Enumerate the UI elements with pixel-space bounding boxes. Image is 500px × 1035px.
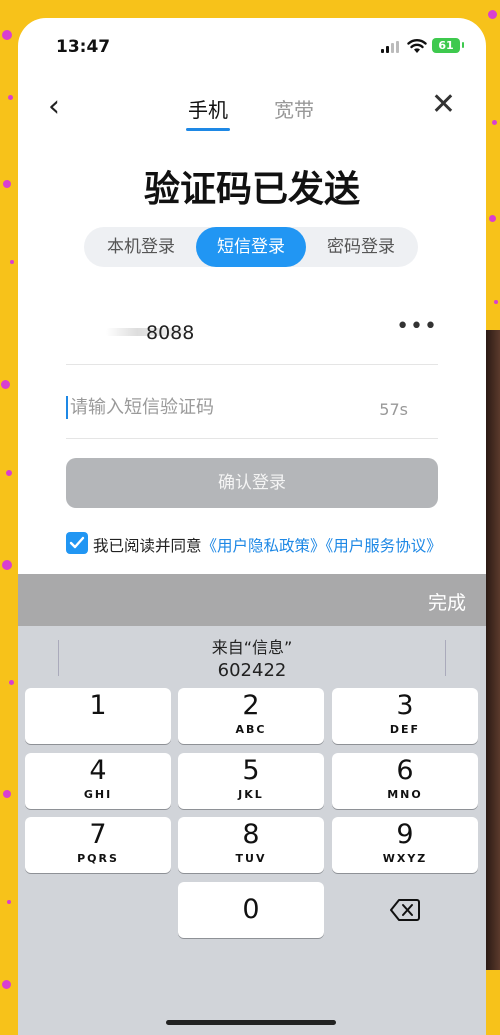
more-icon[interactable]: •••	[396, 314, 438, 339]
key-2[interactable]: 2 ABC	[178, 688, 324, 744]
tab-broadband[interactable]: 宽带	[274, 94, 314, 123]
otp-suggestion[interactable]: 来自“信息” 602422	[58, 630, 446, 684]
key-7[interactable]: 7 PQRS	[25, 817, 171, 873]
page-title: 验证码已发送	[143, 169, 360, 210]
key-5[interactable]: 5 JKL	[178, 753, 324, 809]
keyboard-toolbar: 完成	[18, 574, 486, 626]
background-photo-edge	[486, 330, 500, 970]
resend-countdown: 57s	[379, 400, 408, 419]
backspace-icon	[390, 899, 420, 921]
top-nav: ‹ 手机 宽带 ✕	[18, 88, 486, 138]
key-0[interactable]: 0	[178, 882, 324, 938]
battery-icon: 61	[432, 38, 464, 53]
segment-sms-login[interactable]: 短信登录	[196, 227, 306, 267]
key-4[interactable]: 4 GHI	[25, 753, 171, 809]
key-9[interactable]: 9 WXYZ	[332, 817, 478, 873]
agreement-row: 我已阅读并同意《用户隐私政策》《用户服务协议》	[66, 532, 466, 556]
agreement-checkbox[interactable]	[66, 532, 88, 554]
service-agreement-link[interactable]: 《用户服务协议》	[326, 537, 442, 555]
tab-phone[interactable]: 手机	[186, 94, 230, 131]
phone-number-value: 8088	[146, 322, 195, 344]
key-1[interactable]: 1	[25, 688, 171, 744]
cellular-signal-icon	[381, 41, 401, 53]
key-6[interactable]: 6 MNO	[332, 753, 478, 809]
phone-number-field[interactable]: 8088 •••	[66, 308, 438, 365]
confirm-login-button[interactable]: 确认登录	[66, 458, 438, 508]
close-icon[interactable]: ✕	[431, 90, 456, 120]
back-icon[interactable]: ‹	[48, 92, 60, 122]
phone-screen: 13:47 61 ‹ 手机 宽带 ✕ 验证码已发送 本机登录 短信登录 密码登录…	[18, 18, 486, 1035]
status-time: 13:47	[56, 37, 111, 57]
key-3[interactable]: 3 DEF	[332, 688, 478, 744]
delete-key[interactable]	[332, 882, 478, 938]
key-8[interactable]: 8 TUV	[178, 817, 324, 873]
sms-code-row: 57s	[66, 384, 438, 439]
suggestion-source: 来自“信息”	[211, 638, 293, 657]
privacy-policy-link[interactable]: 《用户隐私政策》	[202, 537, 326, 555]
agreement-prefix: 我已阅读并同意	[93, 537, 202, 555]
status-bar: 13:47 61	[18, 18, 486, 74]
wifi-icon	[407, 39, 427, 53]
segment-password-login[interactable]: 密码登录	[306, 227, 416, 267]
home-indicator	[166, 1020, 336, 1025]
login-method-selector: 本机登录 短信登录 密码登录	[84, 227, 418, 267]
checkmark-icon	[69, 536, 85, 549]
suggestion-code: 602422	[217, 660, 287, 681]
sms-code-input[interactable]	[66, 396, 372, 419]
done-button[interactable]: 完成	[428, 588, 466, 615]
numeric-keyboard: 来自“信息” 602422 1 2 ABC 3 DEF 4 GHI 5 JKL 6 MNO…	[18, 626, 486, 1035]
segment-local-login[interactable]: 本机登录	[86, 227, 196, 267]
